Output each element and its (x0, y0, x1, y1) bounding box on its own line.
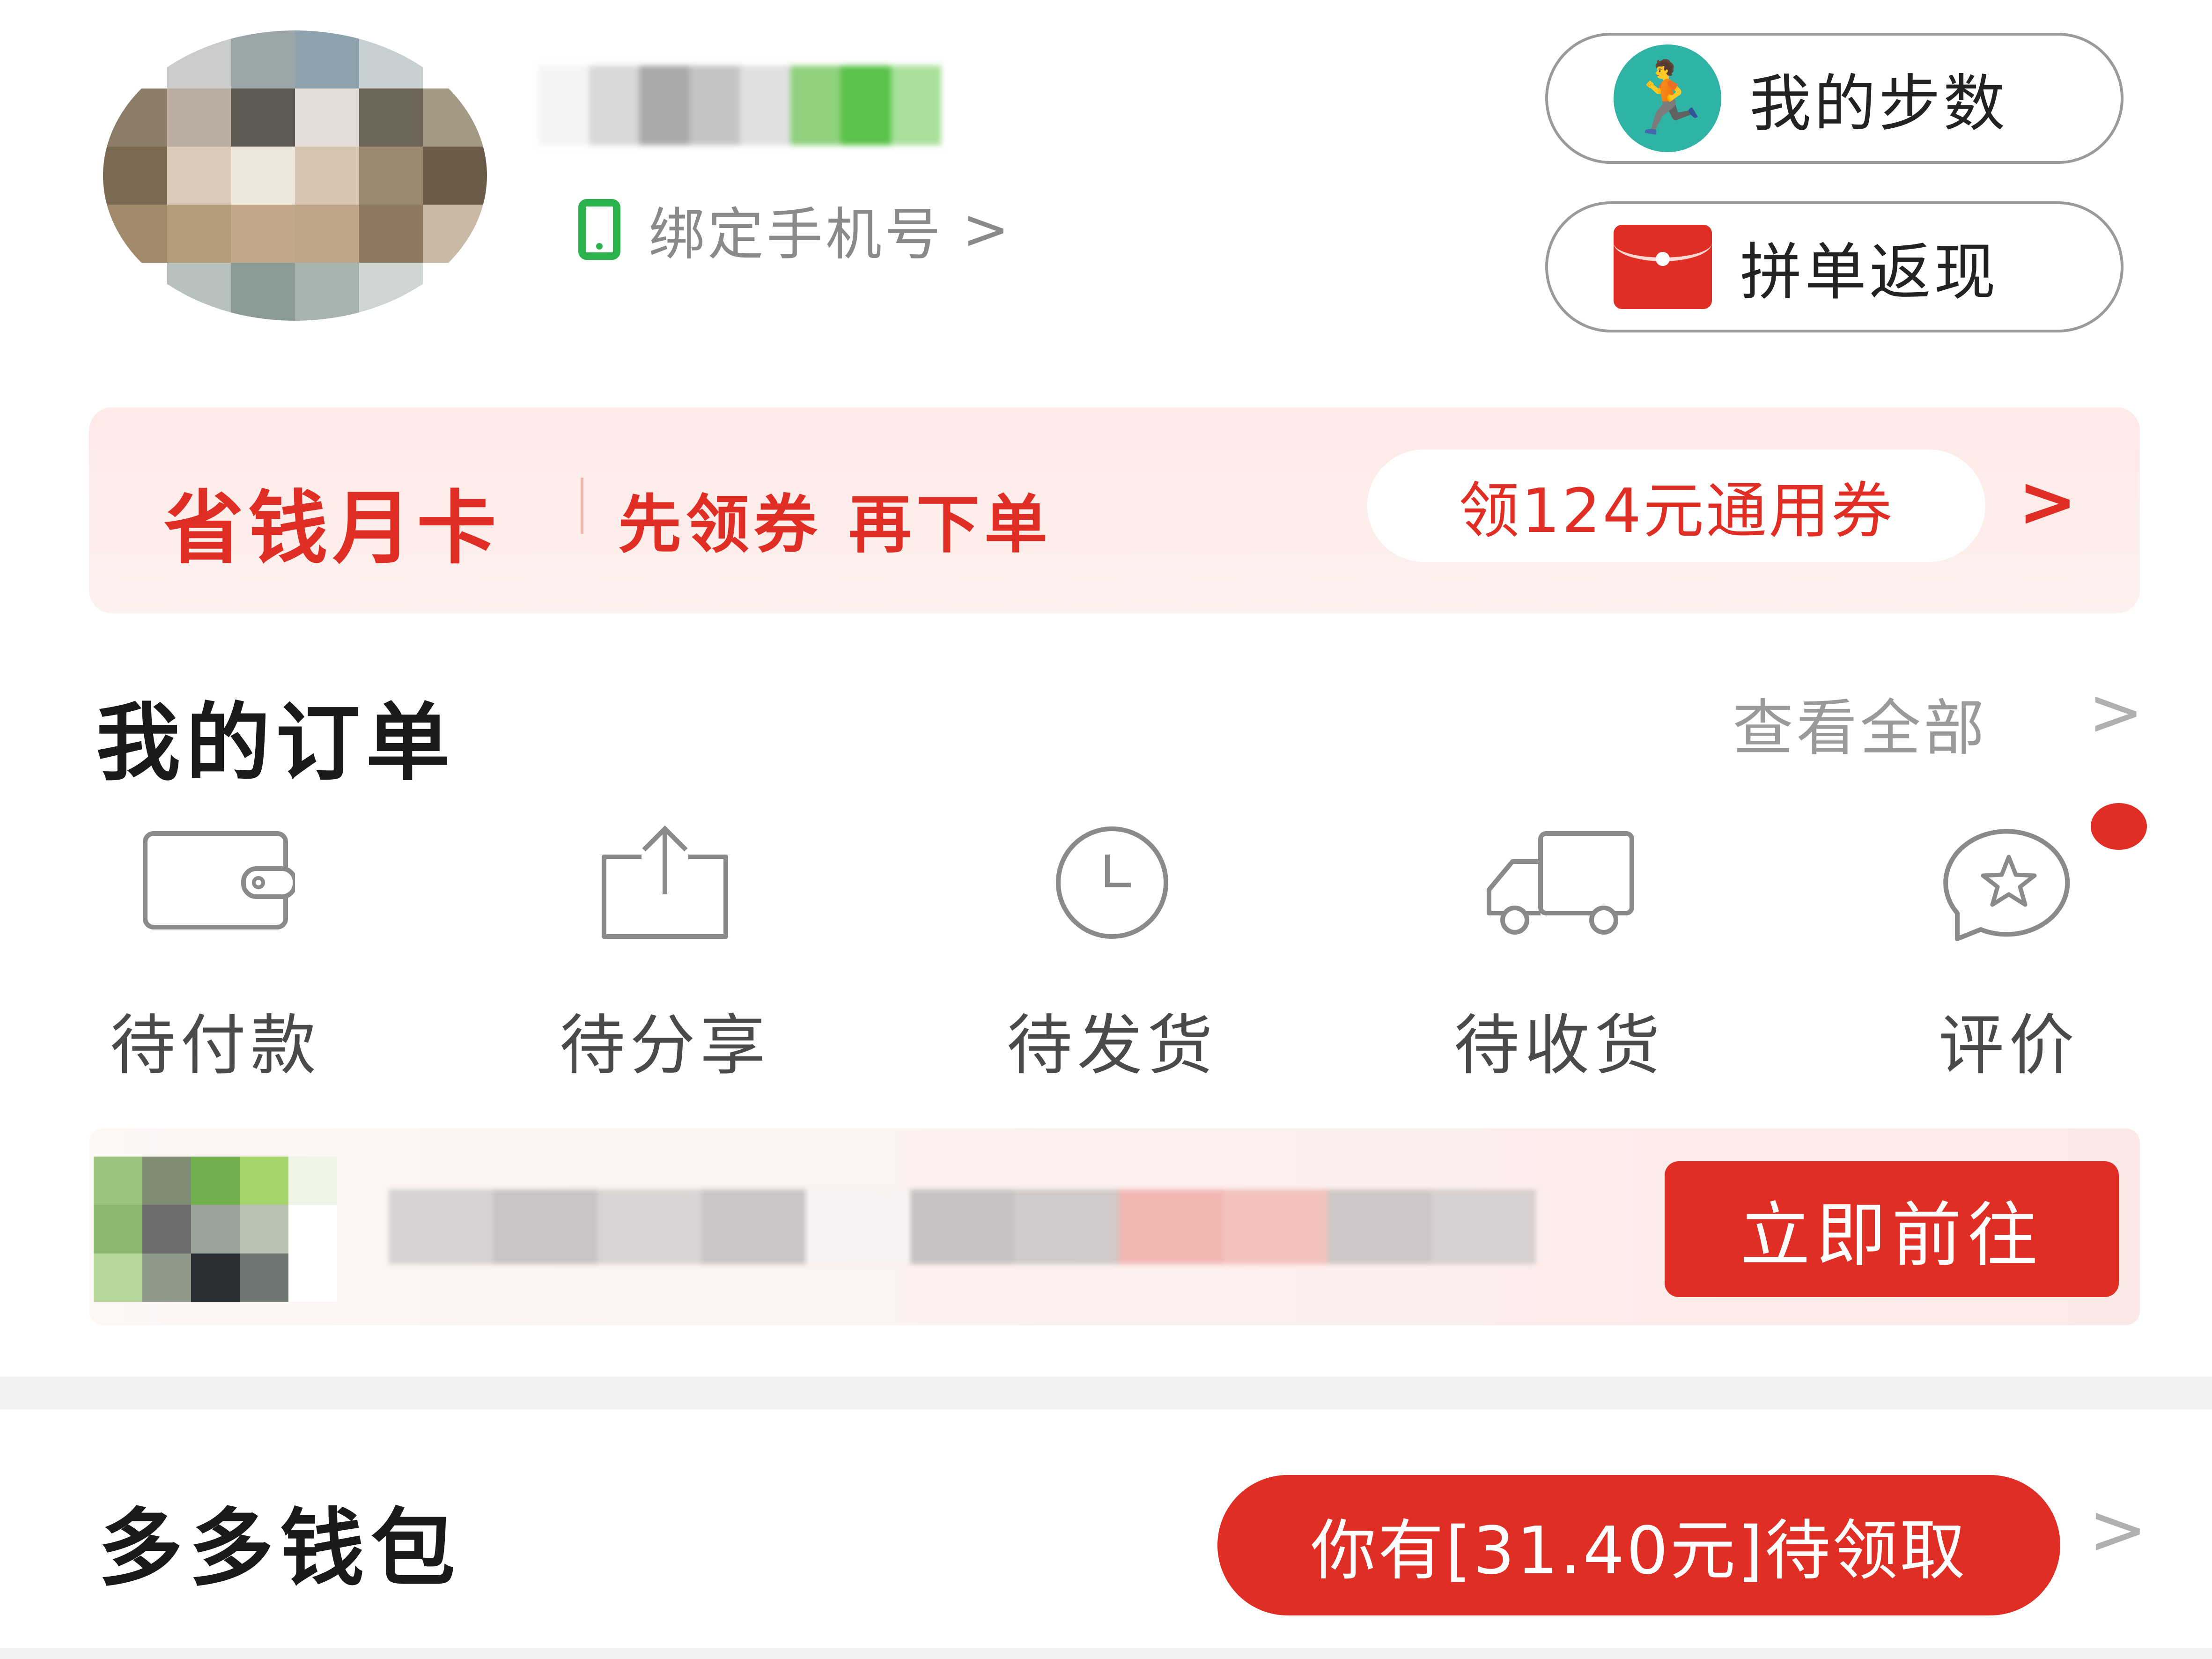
wallet-pending-badge[interactable]: 你有[31.40元]待领取 (1217, 1475, 2060, 1615)
user-avatar[interactable] (103, 30, 487, 321)
red-envelope-icon (1614, 225, 1712, 309)
saving-card-subtitle: 先领券 再下单 (618, 488, 1052, 561)
group-cashback-button[interactable]: 拼单返现 (1545, 201, 2124, 332)
order-tab-label: 待分享 (559, 1008, 770, 1084)
view-all-orders-link[interactable]: 查看全部 (1733, 679, 1987, 767)
orders-section-title: 我的订单 (96, 694, 456, 792)
my-steps-label: 我的步数 (1749, 67, 2008, 140)
order-tab-review[interactable]: 评价 (1821, 824, 2196, 1086)
promo-thumbnail-redacted (94, 1157, 337, 1302)
bind-phone-link[interactable]: 绑定手机号 > (578, 187, 1010, 272)
truck-icon (1487, 831, 1634, 935)
order-tab-pending-receipt[interactable]: 待收货 (1372, 824, 1747, 1086)
order-tab-label: 待发货 (1006, 1008, 1217, 1084)
coupon-pill[interactable]: 领124元通用券 (1367, 450, 1985, 562)
chevron-right-icon[interactable]: > (2088, 1489, 2147, 1571)
wallet-pending-text: 你有[31.40元]待领取 (1310, 1513, 1968, 1589)
group-cashback-label: 拼单返现 (1740, 236, 1998, 309)
order-tab-label: 评价 (1938, 1008, 2079, 1084)
chevron-right-icon[interactable]: > (2088, 674, 2143, 751)
section-divider (0, 1648, 2212, 1659)
go-now-button[interactable]: 立即前往 (1665, 1161, 2119, 1297)
clock-icon (1056, 826, 1168, 939)
promo-text-redacted (389, 1189, 1536, 1264)
review-star-icon (1943, 829, 2070, 941)
chevron-right-icon: > (962, 197, 1010, 262)
order-tab-label: 待收货 (1453, 1008, 1665, 1084)
notification-dot (2091, 803, 2147, 850)
order-tab-pending-share[interactable]: 待分享 (478, 824, 852, 1086)
order-tab-label: 待付款 (110, 1008, 321, 1084)
order-tab-pending-payment[interactable]: 待付款 (28, 824, 403, 1086)
bind-phone-label: 绑定手机号 (649, 202, 944, 267)
banner-divider (581, 478, 583, 534)
my-steps-button[interactable]: 🏃 我的步数 (1545, 33, 2124, 164)
saving-card-title: 省钱月卡 (164, 482, 501, 575)
phone-icon (578, 199, 620, 260)
nickname-redacted (538, 66, 941, 145)
share-icon (602, 825, 728, 939)
chevron-right-icon[interactable]: > (2018, 461, 2077, 543)
running-icon: 🏃 (1614, 44, 1721, 152)
wallet-icon (143, 831, 295, 929)
coupon-label: 领124元通用券 (1458, 475, 1895, 546)
section-divider (0, 1377, 2212, 1409)
wallet-section-title: 多多钱包 (98, 1500, 462, 1598)
order-tab-pending-shipment[interactable]: 待发货 (925, 824, 1299, 1086)
